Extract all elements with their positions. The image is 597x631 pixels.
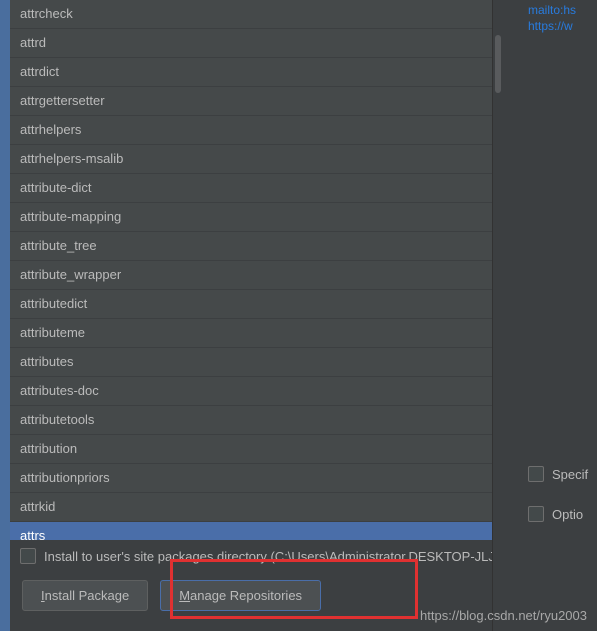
list-item[interactable]: attrgettersetter (10, 87, 492, 116)
list-item[interactable]: attributetools (10, 406, 492, 435)
list-item[interactable]: attribute_tree (10, 232, 492, 261)
list-item[interactable]: attrkid (10, 493, 492, 522)
list-item[interactable]: attrhelpers (10, 116, 492, 145)
install-user-site-label: Install to user's site packages director… (44, 549, 532, 564)
right-panel: mailto:hs https://w Specif Optio (492, 0, 597, 631)
list-item[interactable]: attribute-dict (10, 174, 492, 203)
package-list-scrollbar[interactable] (494, 0, 502, 631)
watermark: https://blog.csdn.net/ryu2003 (420, 608, 587, 623)
options-checkbox[interactable] (528, 506, 544, 522)
main-container: attrcheckattrdattrdictattrgettersetterat… (0, 0, 597, 631)
options-label: Optio (552, 507, 583, 522)
list-item[interactable]: attribute_wrapper (10, 261, 492, 290)
list-item[interactable]: attribute-mapping (10, 203, 492, 232)
install-package-button[interactable]: Install Package (22, 580, 148, 611)
list-item[interactable]: attrd (10, 29, 492, 58)
link-fragments: mailto:hs https://w (528, 2, 576, 34)
left-panel: attrcheckattrdattrdictattrgettersetterat… (0, 0, 492, 631)
list-item[interactable]: attrdict (10, 58, 492, 87)
manage-rest: anage Repositories (190, 588, 302, 603)
install-rest: nstall Package (45, 588, 130, 603)
manage-mnemonic: M (179, 588, 190, 603)
scrollbar-thumb[interactable] (495, 35, 501, 93)
list-item[interactable]: attrs (10, 522, 492, 540)
list-item[interactable]: attrcheck (10, 0, 492, 29)
list-item[interactable]: attrhelpers-msalib (10, 145, 492, 174)
list-item[interactable]: attribution (10, 435, 492, 464)
specify-version-row[interactable]: Specif (528, 466, 588, 482)
options-row[interactable]: Optio (528, 506, 583, 522)
package-list[interactable]: attrcheckattrdattrdictattrgettersetterat… (10, 0, 492, 540)
install-user-site-checkbox[interactable] (20, 548, 36, 564)
list-item[interactable]: attributionpriors (10, 464, 492, 493)
manage-repositories-button[interactable]: Manage Repositories (160, 580, 321, 611)
list-item[interactable]: attributeme (10, 319, 492, 348)
mailto-link[interactable]: mailto:hs (528, 2, 576, 18)
install-user-site-row[interactable]: Install to user's site packages director… (10, 540, 492, 572)
list-item[interactable]: attributedict (10, 290, 492, 319)
vertical-separator (492, 0, 493, 631)
https-link[interactable]: https://w (528, 18, 576, 34)
list-item[interactable]: attributes (10, 348, 492, 377)
specify-version-label: Specif (552, 467, 588, 482)
list-item[interactable]: attributes-doc (10, 377, 492, 406)
specify-version-checkbox[interactable] (528, 466, 544, 482)
